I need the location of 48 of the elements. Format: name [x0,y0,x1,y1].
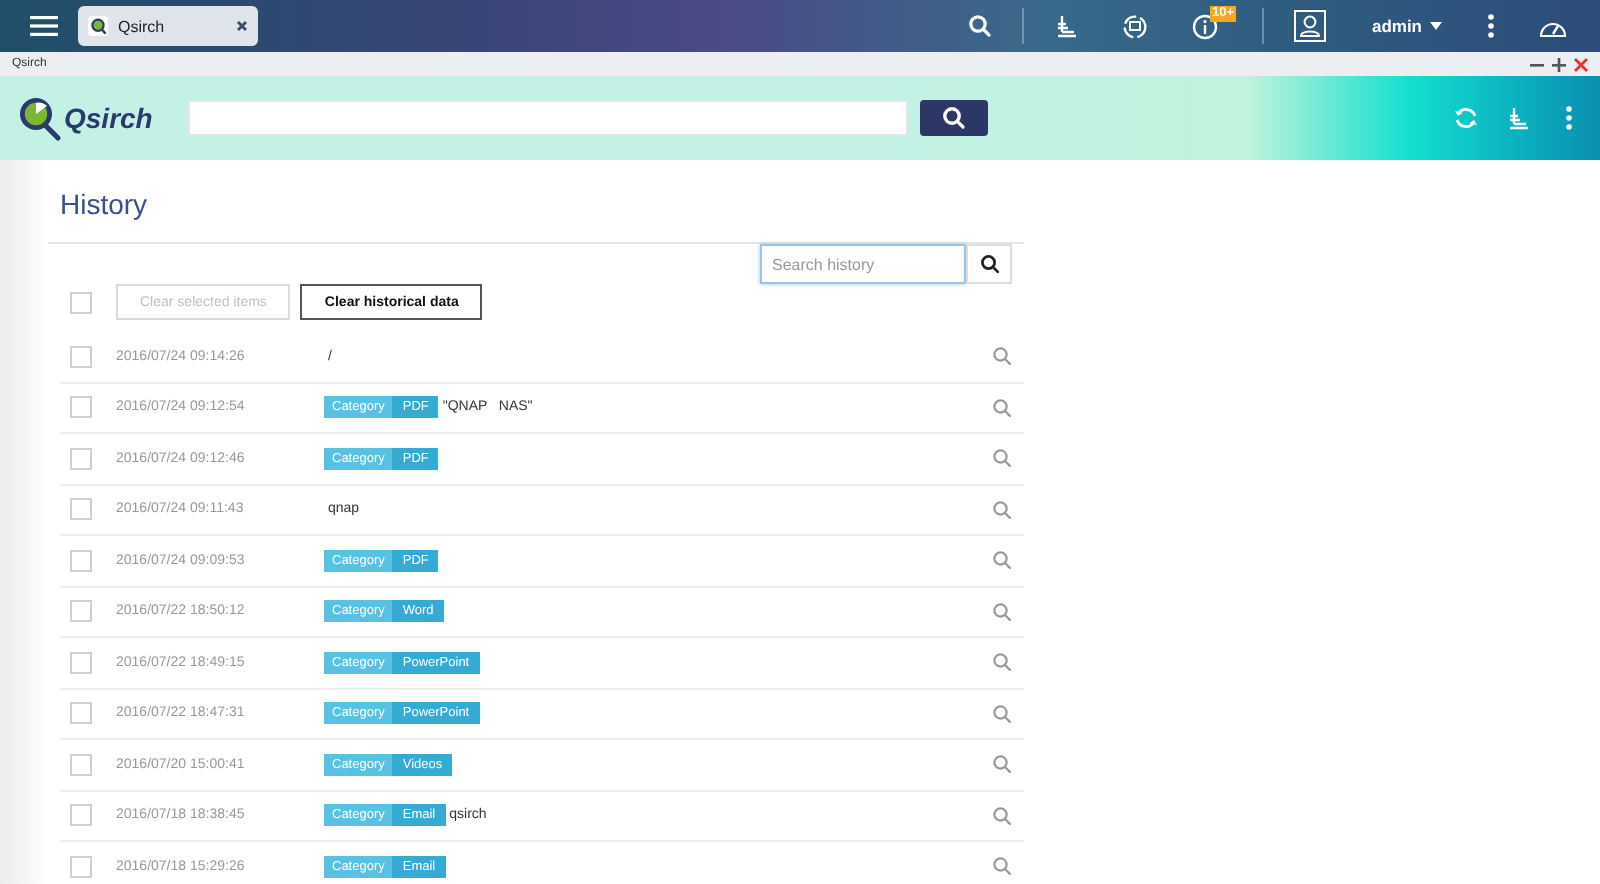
magnifier-icon [88,16,108,36]
row-checkbox[interactable] [70,447,92,470]
search-field[interactable] [188,100,908,136]
sync-icon[interactable] [1121,13,1148,39]
row-checkbox[interactable] [70,345,92,368]
refresh-icon[interactable] [1454,106,1478,130]
row-checkbox[interactable] [70,753,92,776]
info-icon[interactable] [1191,13,1218,39]
row-checkbox[interactable] [70,549,92,572]
search-icon[interactable] [992,499,1012,520]
page-title: History [58,186,150,224]
magnifier-icon [14,94,62,142]
caret-icon [1430,22,1442,30]
row-checkbox[interactable] [70,396,92,419]
row-checkbox[interactable] [70,702,92,725]
search-icon[interactable] [992,601,1012,622]
search-icon[interactable] [992,703,1012,724]
row-checkbox[interactable] [70,600,92,623]
close-icon[interactable] [1574,57,1588,71]
select-all-checkbox[interactable] [70,291,92,313]
search-icon[interactable] [992,346,1012,367]
search-icon[interactable] [992,805,1012,826]
search-icon [942,106,966,130]
close-icon[interactable] [236,20,248,32]
search-icon[interactable] [992,550,1012,571]
row-checkbox[interactable] [70,804,92,827]
row-checkbox[interactable] [70,855,92,878]
user-icon[interactable] [1293,10,1326,42]
search-button[interactable] [920,100,988,136]
row-checkbox[interactable] [70,651,92,674]
search-icon[interactable] [992,754,1012,775]
maximize-icon[interactable] [1552,57,1566,71]
search-icon[interactable] [992,652,1012,673]
menu-icon[interactable] [30,14,58,38]
stack-icon[interactable] [1053,13,1078,39]
search-icon[interactable] [992,397,1012,418]
stack-icon[interactable] [1506,105,1530,131]
app-logo: Qsirch [64,102,153,134]
more-icon[interactable] [1488,14,1494,38]
row-checkbox[interactable] [70,498,92,521]
search-icon[interactable] [992,856,1012,877]
user-menu[interactable]: admin [1371,16,1442,36]
search-history-field[interactable]: Search history [760,244,966,284]
search-icon[interactable] [967,14,992,38]
search-button[interactable] [966,244,1012,284]
app-tab[interactable]: Qsirch [78,6,258,46]
search-icon[interactable] [992,448,1012,469]
search-icon [979,254,999,274]
